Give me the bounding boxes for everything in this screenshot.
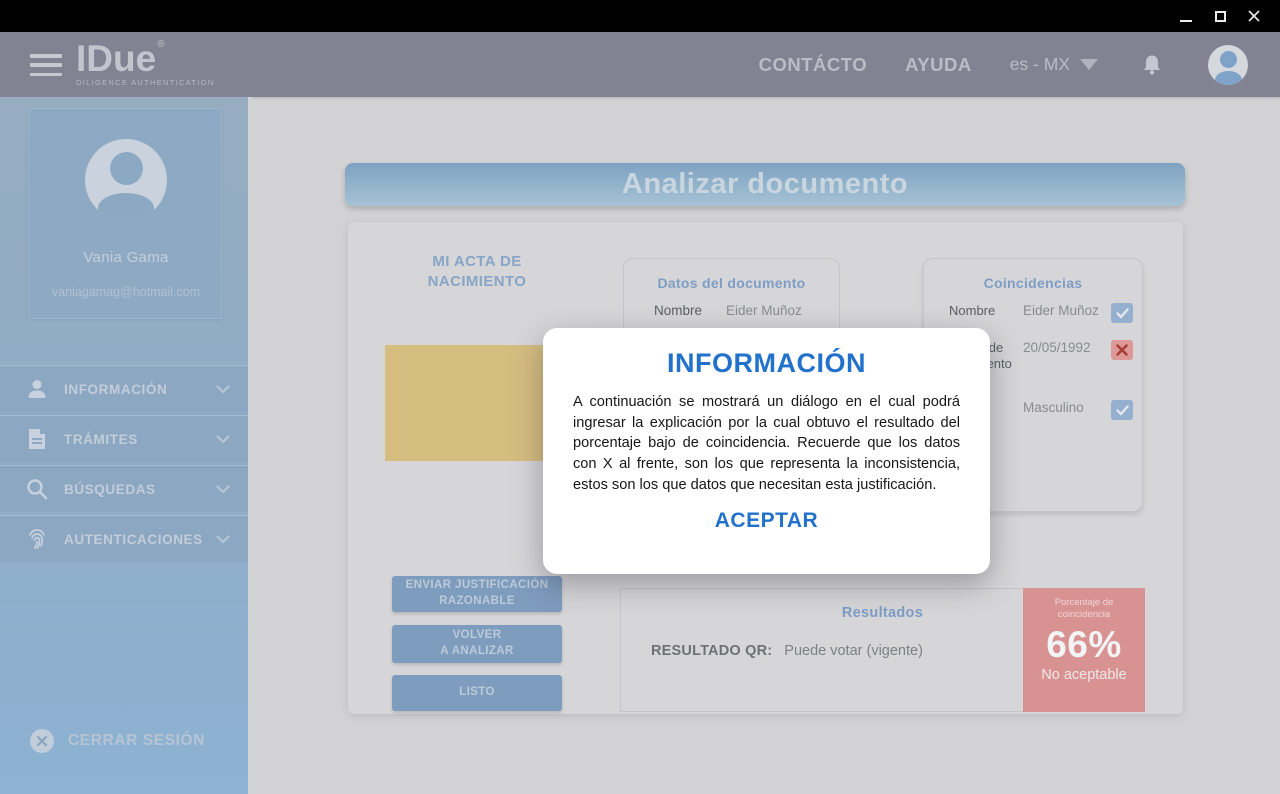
user-avatar[interactable] [1208,45,1248,85]
sidebar-item-autenticaciones[interactable]: AUTENTICACIONES [0,516,248,562]
match-percentage-box: Porcentaje de coincidencia 66% No acepta… [1023,588,1145,712]
chevron-down-icon [216,535,230,544]
fingerprint-icon [24,527,50,551]
registered-mark: ® [157,39,164,50]
logo-text: IDue [76,38,156,79]
nav-contact[interactable]: CONTÁCTO [759,54,868,76]
bell-icon[interactable] [1142,54,1162,76]
close-circle-icon [30,729,54,753]
avatar-head-shape [110,152,143,185]
button-label-line: ENVIAR JUSTIFICACIÓN [406,578,549,594]
table-row: Nombre Eider Muñoz [624,303,839,318]
chevron-down-icon [216,485,230,494]
percentage-caption: Porcentaje de coincidencia [1044,597,1124,622]
percentage-status: No aceptable [1041,667,1126,683]
header-nav: CONTÁCTO AYUDA es - MX [759,32,1280,97]
person-icon [24,377,50,401]
accept-button[interactable]: ACEPTAR [543,509,990,533]
panel-title: Datos del documento [624,275,839,291]
app-window: IDue® DILIGENCE AUTHENTICATION CONTÁCTO … [0,0,1280,794]
field-value: Eider Muñoz [1023,303,1105,318]
panel-title: Coincidencias [924,275,1142,291]
document-label: MI ACTA DE NACIMIENTO [393,252,561,291]
app-logo: IDue® DILIGENCE AUTHENTICATION [76,40,215,87]
button-label-line: RAZONABLE [439,594,515,610]
profile-email: vaniagamag@hotmail.com [29,285,223,299]
chevron-down-icon [216,385,230,394]
avatar-body-shape [98,193,154,221]
table-row: Nombre Eider Muñoz [924,303,1142,323]
avatar-head-shape [1220,51,1237,68]
button-label-line: A ANALIZAR [440,644,513,660]
chevron-down-icon [216,435,230,444]
page-title: Analizar documento [622,168,908,201]
profile-name: Vania Gama [29,249,223,266]
document-icon [24,427,50,451]
chevron-down-icon [1080,59,1098,70]
sidebar-item-label: AUTENTICACIONES [64,532,216,547]
logout-label: CERRAR SESIÓN [68,732,205,750]
results-panel: Resultados RESULTADO QR: Puede votar (vi… [620,588,1145,712]
cross-icon [1111,340,1133,360]
sidebar-item-busquedas[interactable]: BÚSQUEDAS [0,466,248,512]
send-justification-button[interactable]: ENVIAR JUSTIFICACIÓN RAZONABLE [392,576,562,612]
qr-result-row: RESULTADO QR: Puede votar (vigente) [651,643,923,659]
reanalyze-button[interactable]: VOLVER A ANALIZAR [392,625,562,663]
sidebar-item-label: INFORMACIÓN [64,382,216,397]
avatar-body-shape [1215,71,1242,85]
percentage-value: 66% [1046,624,1122,666]
field-value: Eider Muñoz [726,303,802,318]
sidebar-menu: INFORMACIÓN TRÁMITES [0,366,248,566]
nav-help[interactable]: AYUDA [905,54,972,76]
check-icon [1111,303,1133,323]
qr-result-value: Puede votar (vigente) [784,643,923,659]
close-icon[interactable] [1246,8,1262,24]
field-value: 20/05/1992 [1023,340,1105,355]
field-value: Masculino [1023,400,1105,415]
check-icon [1111,400,1133,420]
maximize-icon[interactable] [1212,8,1228,24]
profile-card: Vania Gama vaniagamag@hotmail.com [28,108,222,319]
sidebar-item-informacion[interactable]: INFORMACIÓN [0,366,248,412]
dialog-body-text: A continuación se mostrará un diálogo en… [573,392,960,496]
logout-button[interactable]: CERRAR SESIÓN [30,729,205,753]
minimize-icon[interactable] [1178,8,1194,24]
field-label: Nombre [949,303,1015,319]
done-button[interactable]: LISTO [392,675,562,711]
locale-selector[interactable]: es - MX [1010,54,1098,75]
page-title-bar: Analizar documento [345,163,1185,206]
qr-result-label: RESULTADO QR: [651,643,772,659]
profile-avatar [85,139,167,221]
button-label-line: LISTO [459,685,495,701]
logo-tagline: DILIGENCE AUTHENTICATION [76,79,215,87]
sidebar-item-label: TRÁMITES [64,432,216,447]
information-dialog: INFORMACIÓN A continuación se mostrará u… [543,328,990,574]
os-titlebar [0,0,1280,32]
dialog-title: INFORMACIÓN [543,348,990,379]
button-label-line: VOLVER [453,628,502,644]
sidebar-item-tramites[interactable]: TRÁMITES [0,416,248,462]
hamburger-icon[interactable] [30,54,62,76]
app-header: IDue® DILIGENCE AUTHENTICATION CONTÁCTO … [0,32,1280,97]
search-icon [24,477,50,501]
field-label: Nombre [654,303,718,318]
sidebar-item-label: BÚSQUEDAS [64,482,216,497]
locale-value: es - MX [1010,54,1070,75]
sidebar: Vania Gama vaniagamag@hotmail.com INFORM… [0,97,252,794]
